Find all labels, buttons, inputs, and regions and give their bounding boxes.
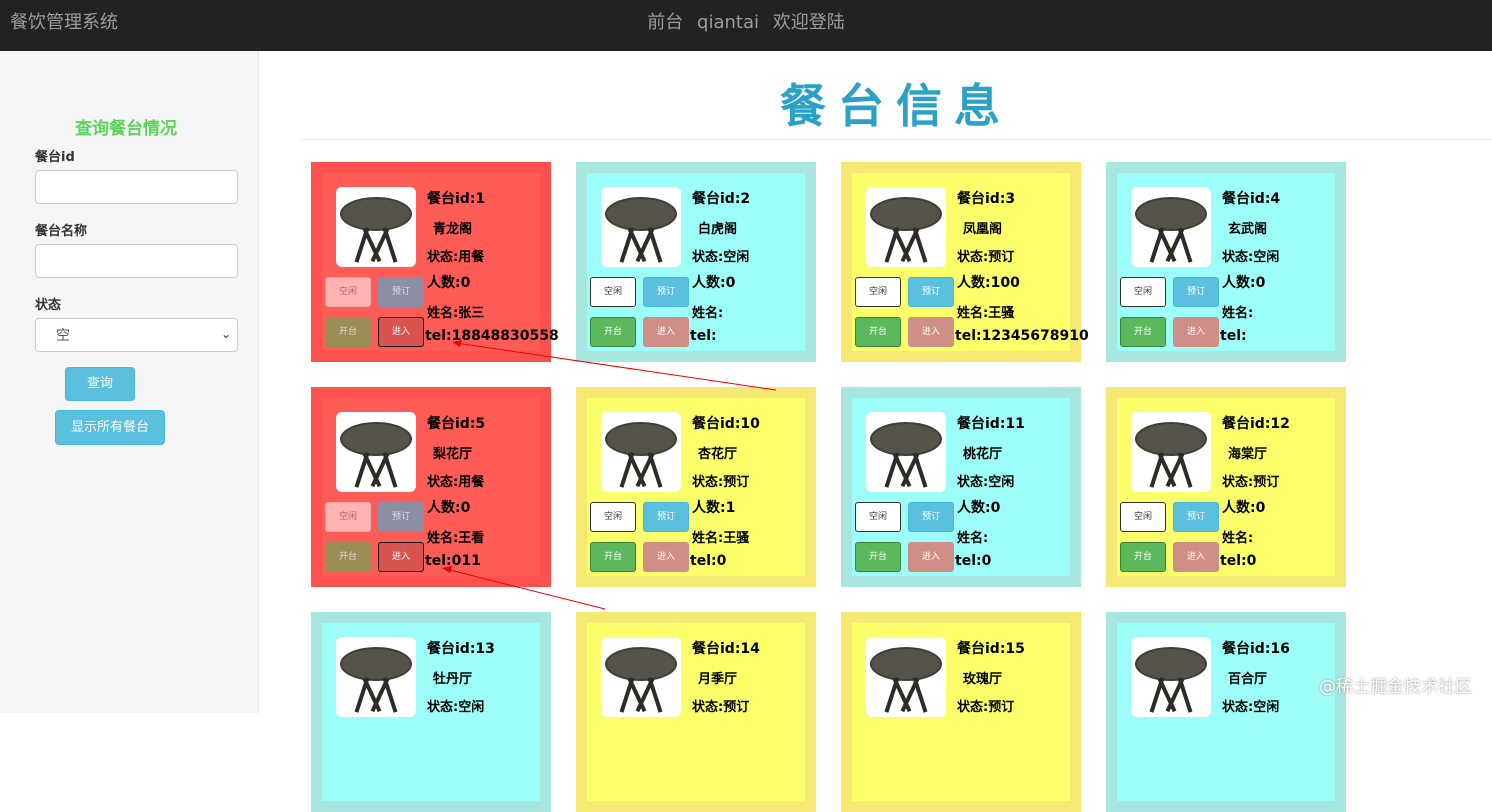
arrowhead-icon <box>442 566 452 573</box>
arrowhead-icon <box>452 340 462 347</box>
annotation-arrow-line <box>445 568 606 610</box>
annotation-arrow-line <box>455 342 777 391</box>
annotation-arrows <box>442 340 777 610</box>
watermark: @稀土掘金技术社区 <box>1319 677 1472 697</box>
